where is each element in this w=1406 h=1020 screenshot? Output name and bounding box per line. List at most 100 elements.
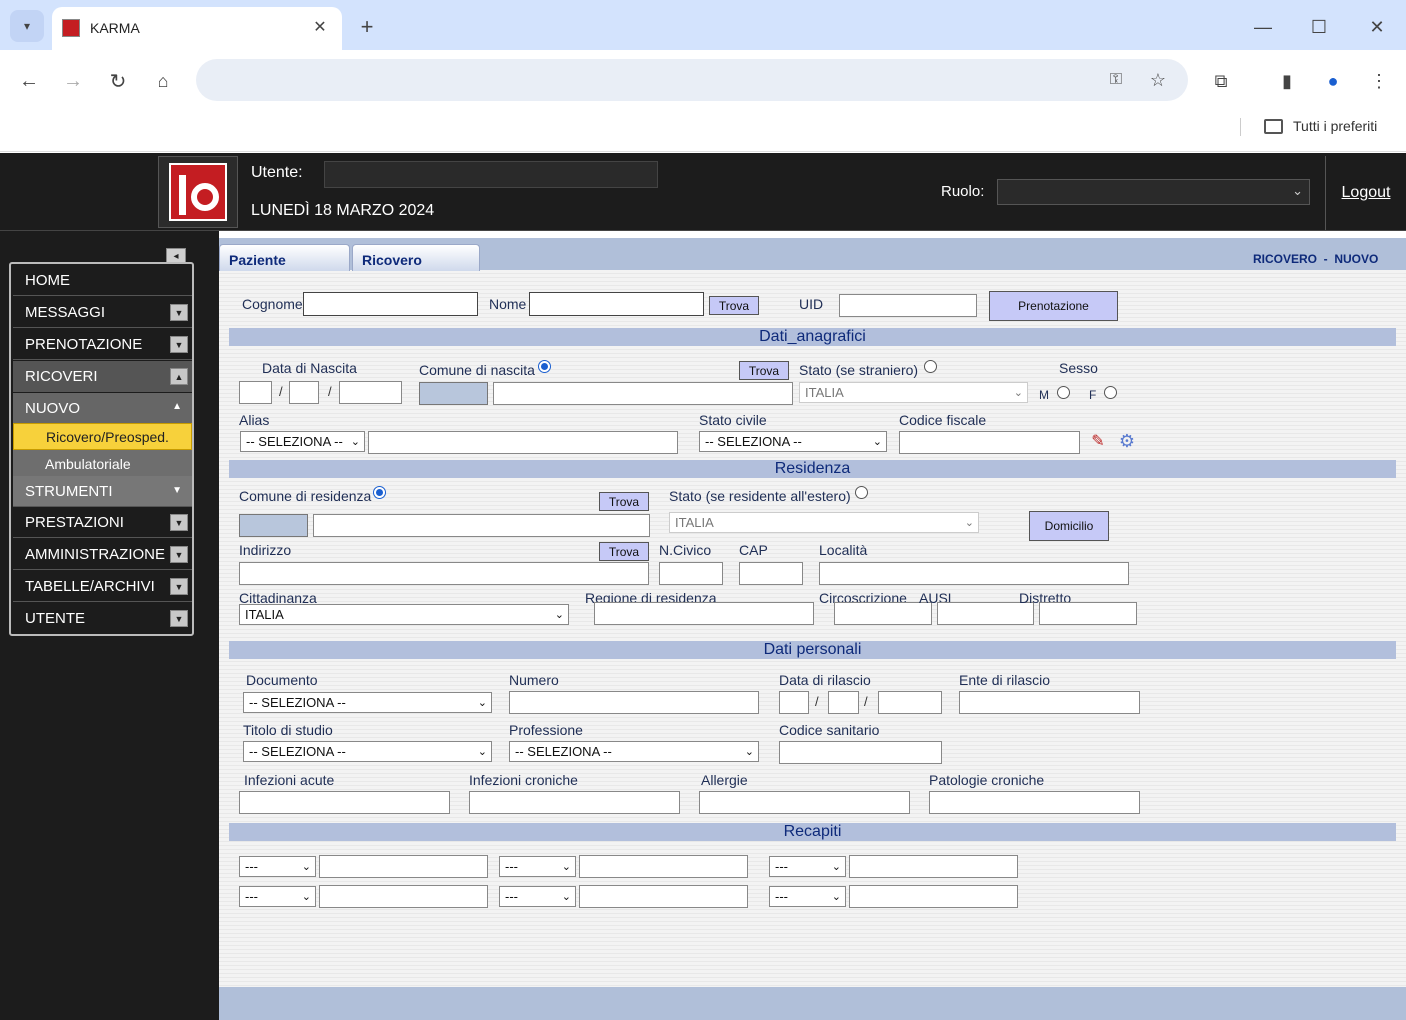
recapito-type-select[interactable]: --- ⌄ bbox=[239, 886, 316, 907]
localita-input[interactable] bbox=[819, 562, 1129, 585]
birth-year-input[interactable] bbox=[339, 381, 402, 404]
nome-input[interactable] bbox=[529, 292, 704, 316]
recapito-type-select[interactable]: --- ⌄ bbox=[499, 886, 576, 907]
patologie-input[interactable] bbox=[929, 791, 1140, 814]
stato-straniero-radio[interactable] bbox=[924, 360, 937, 373]
rilascio-day-input[interactable] bbox=[779, 691, 809, 714]
stato-estero-radio[interactable] bbox=[855, 486, 868, 499]
cittadinanza-select[interactable]: ITALIA ⌄ bbox=[239, 604, 569, 625]
regione-input[interactable] bbox=[594, 602, 814, 625]
menu-sub-ricovero-preosped[interactable]: Ricovero/Preosped. bbox=[13, 423, 192, 450]
comune-nascita-input[interactable] bbox=[493, 382, 793, 405]
professione-select[interactable]: -- SELEZIONA -- ⌄ bbox=[509, 741, 759, 762]
recapito-type-select[interactable]: --- ⌄ bbox=[499, 856, 576, 877]
chevron-down-icon[interactable]: ▼ bbox=[170, 578, 188, 595]
prenotazione-button[interactable]: Prenotazione bbox=[989, 291, 1118, 321]
chevron-down-icon[interactable]: ▼ bbox=[170, 336, 188, 353]
recapito-input[interactable] bbox=[579, 855, 748, 878]
cognome-input[interactable] bbox=[303, 292, 478, 316]
recapito-input[interactable] bbox=[319, 855, 488, 878]
numero-input[interactable] bbox=[509, 691, 759, 714]
reload-icon[interactable]: ↻ bbox=[103, 66, 133, 96]
maximize-icon[interactable]: ☐ bbox=[1304, 12, 1334, 42]
birth-day-input[interactable] bbox=[239, 381, 272, 404]
uid-input[interactable] bbox=[839, 294, 977, 317]
ente-input[interactable] bbox=[959, 691, 1140, 714]
domicilio-button[interactable]: Domicilio bbox=[1029, 511, 1109, 541]
stato-residenza-select[interactable]: ITALIA ⌄ bbox=[669, 512, 979, 533]
codice-sanitario-input[interactable] bbox=[779, 741, 942, 764]
stato-civile-select[interactable]: -- SELEZIONA -- ⌄ bbox=[699, 431, 887, 452]
logout-link[interactable]: Logout bbox=[1342, 184, 1391, 202]
chevron-up-icon[interactable]: ▲ bbox=[170, 368, 188, 385]
trova-comune-nascita-button[interactable]: Trova bbox=[739, 361, 789, 380]
chevron-down-icon[interactable]: ▼ bbox=[170, 546, 188, 563]
recapito-type-select[interactable]: --- ⌄ bbox=[769, 856, 846, 877]
sesso-f-radio[interactable] bbox=[1104, 386, 1117, 399]
close-tab-icon[interactable]: ✕ bbox=[308, 15, 332, 39]
civico-input[interactable] bbox=[659, 562, 723, 585]
recapito-type-select[interactable]: --- ⌄ bbox=[239, 856, 316, 877]
documento-select[interactable]: -- SELEZIONA -- ⌄ bbox=[243, 692, 492, 713]
comune-nascita-code-input[interactable] bbox=[419, 382, 488, 405]
tab-ricovero[interactable]: Ricovero bbox=[352, 244, 480, 271]
infezioni-acute-input[interactable] bbox=[239, 791, 450, 814]
codice-fiscale-input[interactable] bbox=[899, 431, 1080, 454]
stato-nascita-select[interactable]: ITALIA ⌄ bbox=[799, 382, 1028, 403]
menu-item-strumenti[interactable]: STRUMENTI ▼ bbox=[13, 476, 192, 507]
trova-button[interactable]: Trova bbox=[709, 296, 759, 315]
menu-sub-ambulatoriale[interactable]: Ambulatoriale bbox=[13, 450, 192, 477]
sesso-m-radio[interactable] bbox=[1057, 386, 1070, 399]
home-icon[interactable]: ⌂ bbox=[148, 66, 178, 96]
comune-nascita-radio[interactable] bbox=[538, 360, 551, 373]
menu-item-prenotazione[interactable]: PRENOTAZIONE ▼ bbox=[13, 329, 192, 360]
comune-residenza-input[interactable] bbox=[313, 514, 650, 537]
trova-indirizzo-button[interactable]: Trova bbox=[599, 542, 649, 561]
cap-input[interactable] bbox=[739, 562, 803, 585]
recapito-input[interactable] bbox=[849, 885, 1018, 908]
tab-search-icon[interactable]: ▾ bbox=[10, 10, 44, 42]
extensions-icon[interactable]: ⧉ bbox=[1206, 66, 1236, 96]
distretto-input[interactable] bbox=[1039, 602, 1137, 625]
chevron-down-icon[interactable]: ▼ bbox=[170, 514, 188, 531]
menu-item-amministrazione[interactable]: AMMINISTRAZIONE ▼ bbox=[13, 539, 192, 570]
titolo-studio-select[interactable]: -- SELEZIONA -- ⌄ bbox=[243, 741, 492, 762]
birth-month-input[interactable] bbox=[289, 381, 319, 404]
recapito-input[interactable] bbox=[579, 885, 748, 908]
rilascio-year-input[interactable] bbox=[878, 691, 942, 714]
menu-item-messaggi[interactable]: MESSAGGI ▼ bbox=[13, 297, 192, 328]
menu-item-prestazioni[interactable]: PRESTAZIONI ▼ bbox=[13, 507, 192, 538]
back-icon[interactable]: ← bbox=[14, 66, 44, 96]
menu-item-tabelle-archivi[interactable]: TABELLE/ARCHIVI ▼ bbox=[13, 571, 192, 602]
comune-residenza-radio[interactable] bbox=[373, 486, 386, 499]
chevron-down-icon[interactable]: ▼ bbox=[172, 485, 182, 496]
new-tab-icon[interactable]: + bbox=[352, 12, 382, 42]
menu-dots-icon[interactable]: ⋮ bbox=[1364, 66, 1394, 96]
alias-input[interactable] bbox=[368, 431, 678, 454]
all-bookmarks-link[interactable]: Tutti i preferiti bbox=[1293, 118, 1377, 134]
forward-icon[interactable]: → bbox=[58, 66, 88, 96]
indirizzo-input[interactable] bbox=[239, 562, 649, 585]
role-select[interactable]: ⌄ bbox=[997, 179, 1310, 205]
chevron-down-icon[interactable]: ▼ bbox=[170, 610, 188, 627]
allergie-input[interactable] bbox=[699, 791, 910, 814]
browser-tab[interactable]: KARMA ✕ bbox=[52, 7, 342, 50]
key-icon[interactable]: ⚿ bbox=[1102, 67, 1130, 93]
address-bar[interactable]: ⚿ ☆ bbox=[196, 59, 1188, 101]
star-icon[interactable]: ☆ bbox=[1144, 67, 1172, 93]
comune-residenza-code-input[interactable] bbox=[239, 514, 308, 537]
recapito-input[interactable] bbox=[849, 855, 1018, 878]
chevron-down-icon[interactable]: ▼ bbox=[170, 304, 188, 321]
profile-icon[interactable]: ● bbox=[1318, 66, 1348, 96]
trova-residenza-button[interactable]: Trova bbox=[599, 492, 649, 511]
infezioni-croniche-input[interactable] bbox=[469, 791, 680, 814]
recapito-type-select[interactable]: --- ⌄ bbox=[769, 886, 846, 907]
menu-item-utente[interactable]: UTENTE ▼ bbox=[13, 603, 192, 634]
rilascio-month-input[interactable] bbox=[828, 691, 859, 714]
close-window-icon[interactable]: ✕ bbox=[1362, 12, 1392, 42]
gear-icon[interactable]: ⚙ bbox=[1117, 431, 1137, 451]
tab-paziente[interactable]: Paziente bbox=[219, 244, 350, 271]
recapito-input[interactable] bbox=[319, 885, 488, 908]
circoscrizione-input[interactable] bbox=[834, 602, 932, 625]
menu-item-nuovo[interactable]: NUOVO ▲ bbox=[13, 393, 192, 424]
